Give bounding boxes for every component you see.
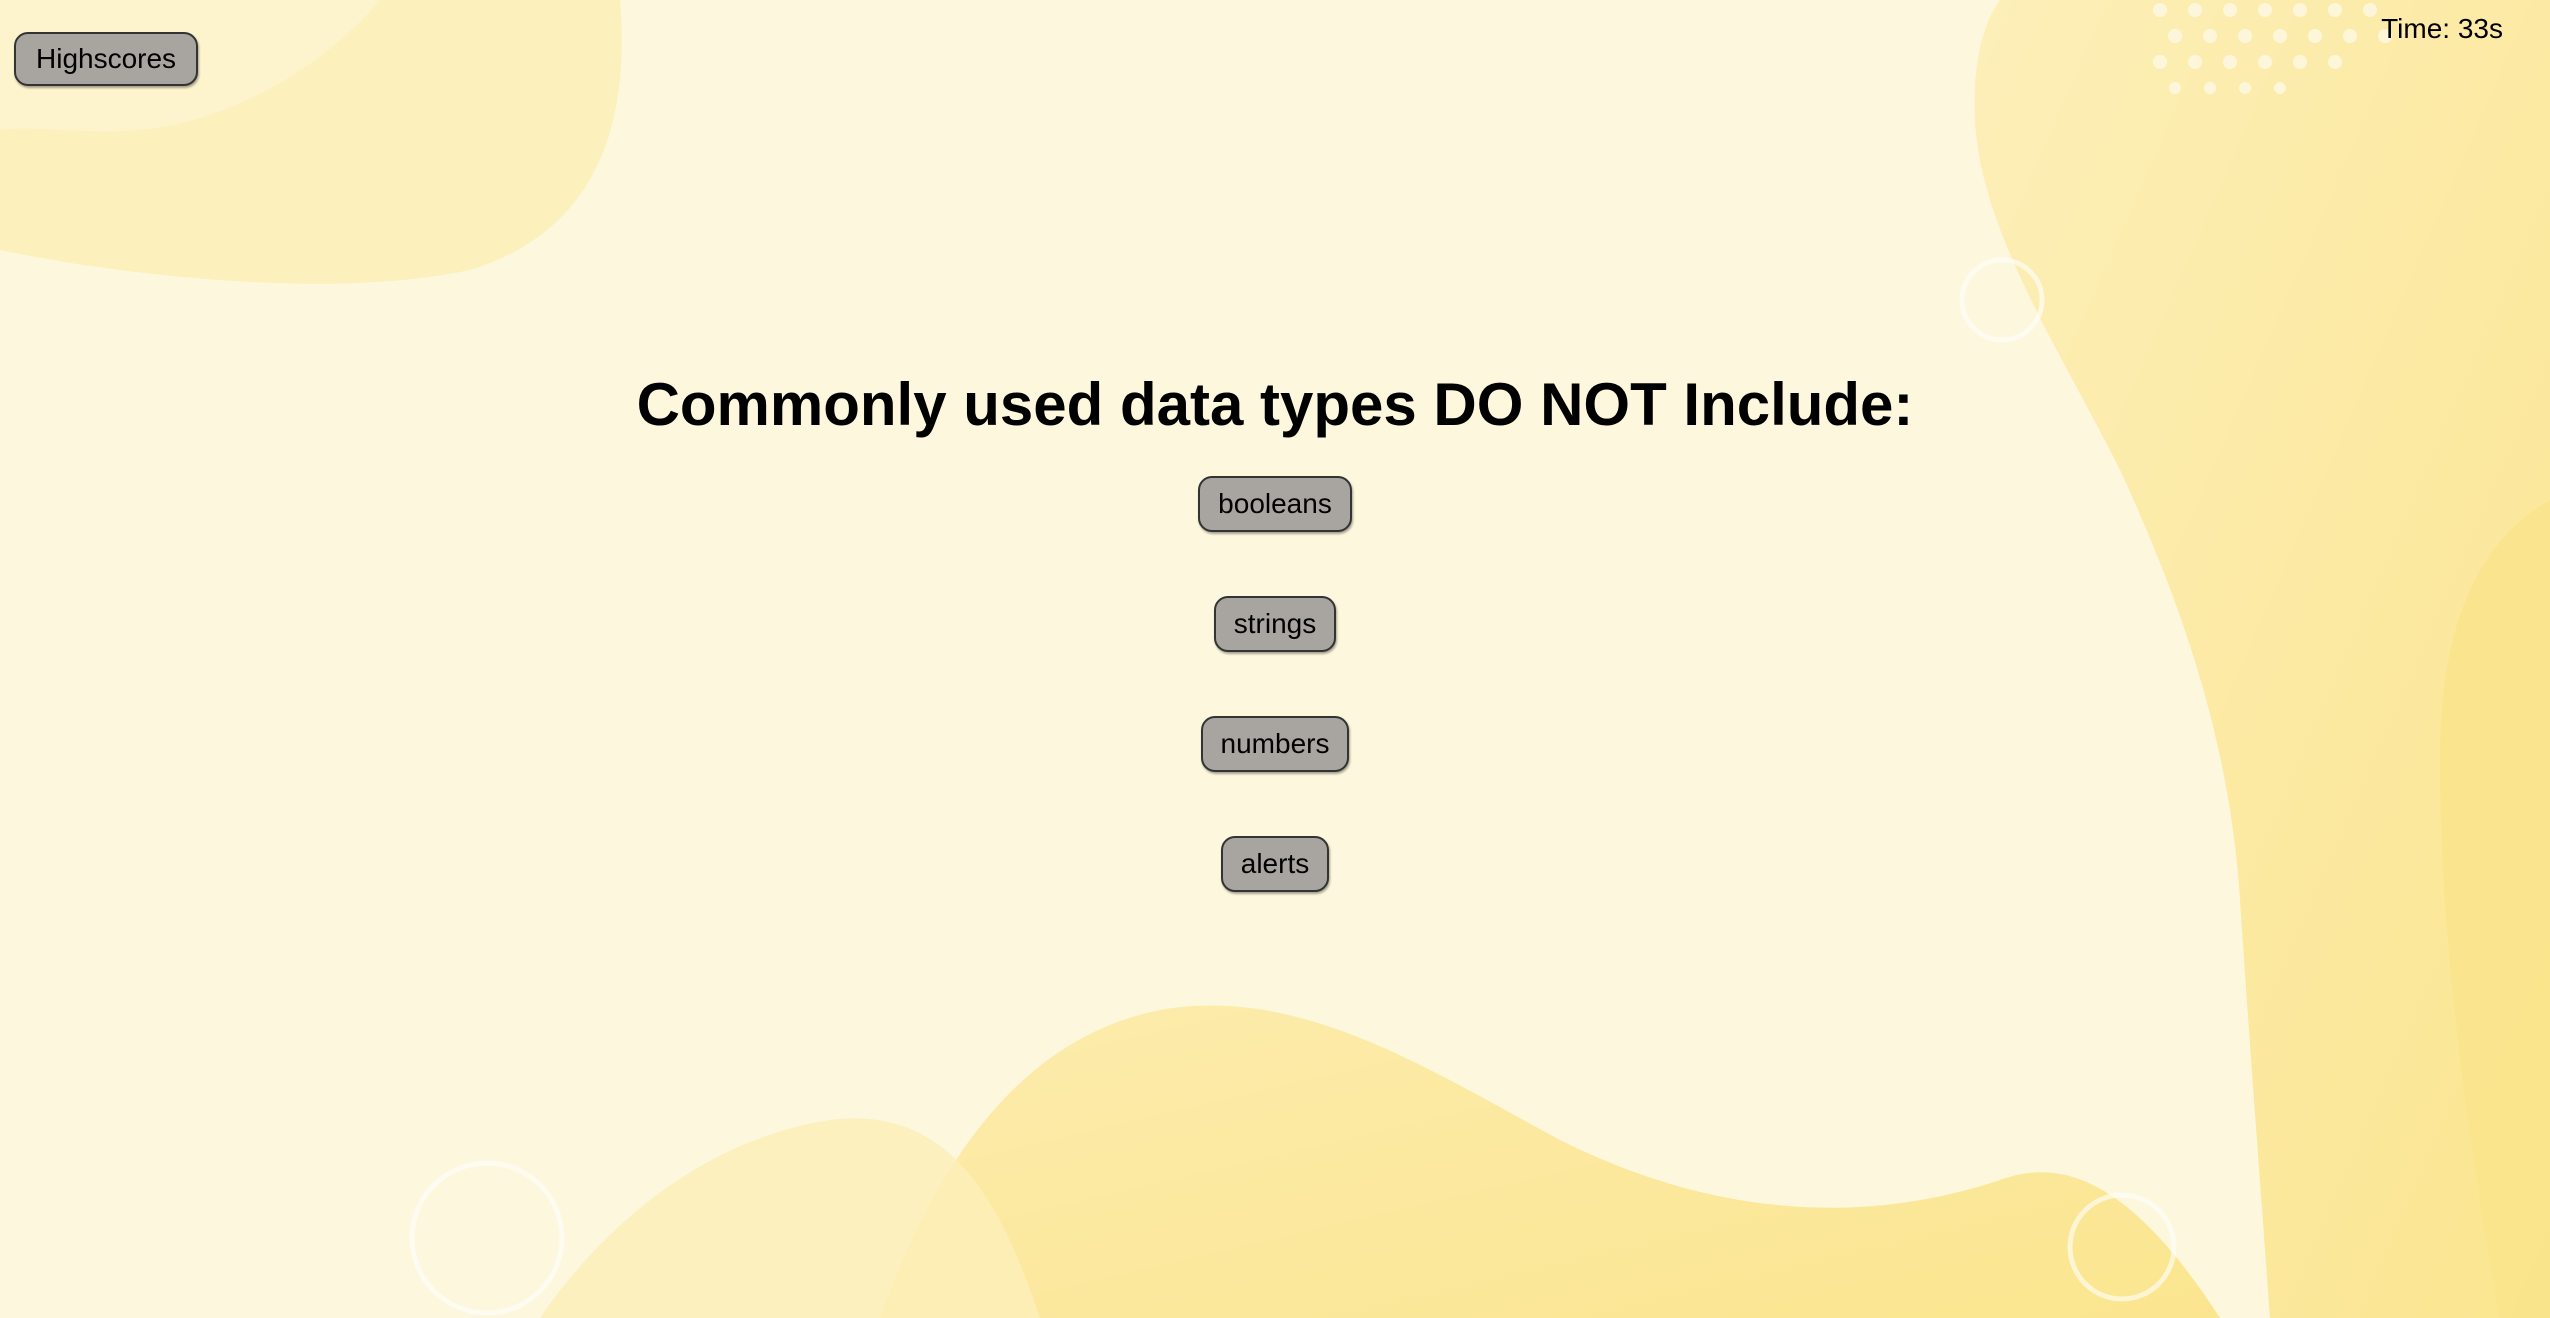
choice-strings-button[interactable]: strings bbox=[1213, 596, 1337, 652]
timer: Time: 33s bbox=[2381, 13, 2503, 44]
choice-booleans-button[interactable]: booleans bbox=[1198, 476, 1352, 532]
question-title: Commonly used data types DO NOT Include: bbox=[636, 371, 1914, 438]
quiz-container: Commonly used data types DO NOT Include:… bbox=[0, 370, 2550, 892]
choice-alerts-button[interactable]: alerts bbox=[1220, 836, 1330, 892]
answer-choices: booleans strings numbers alerts bbox=[0, 476, 2550, 892]
highscores-button[interactable]: Highscores bbox=[14, 32, 199, 86]
choice-numbers-button[interactable]: numbers bbox=[1200, 716, 1350, 772]
